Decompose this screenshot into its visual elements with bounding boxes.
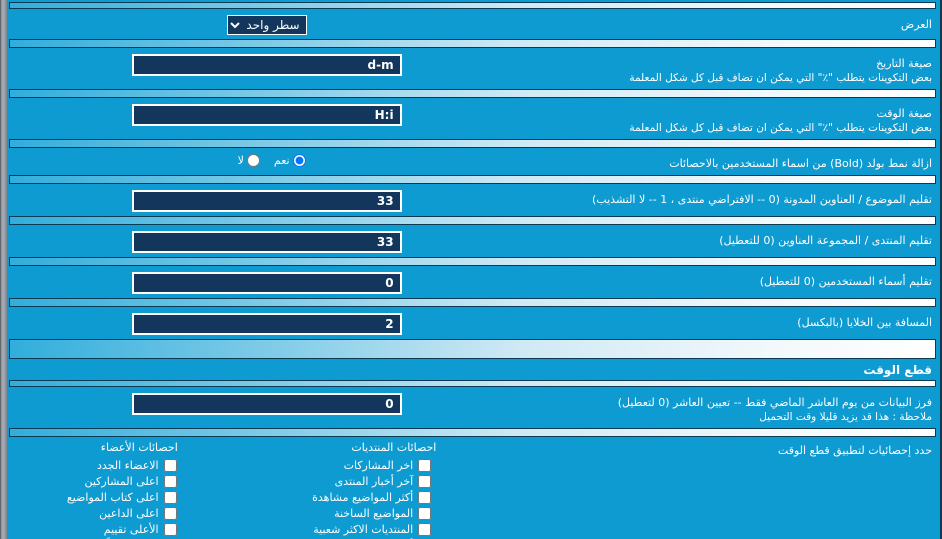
separator-bar [9,89,936,98]
strip-bold-yes[interactable]: نعم [274,154,306,167]
vertical-scrollbar[interactable] [0,0,7,539]
time-format-input[interactable] [131,104,402,126]
date-format-input[interactable] [131,54,402,76]
strip-bold-no-radio[interactable] [246,154,260,167]
separator-bar [9,298,936,307]
checkbox-row[interactable]: اعلى الداعين [12,507,177,523]
label-desc: ملاحظة : هذا قد يزيد قليلا وقت التحميل [759,411,932,423]
checkbox-row[interactable]: آخر أخبار المنتدى [267,475,432,491]
checkbox-row[interactable]: الاعضاء الجدد [12,459,177,475]
checkbox-label: اعلى الداعين [99,507,159,520]
checkbox-forum-1[interactable] [418,475,432,488]
checkbox-forum-0[interactable] [418,459,432,472]
cutoff-days-input[interactable] [131,393,402,415]
cell-spacing-input[interactable] [131,313,402,335]
checkbox-member-1[interactable] [163,475,177,488]
column-member-stats: احصائات الأعضاء الاعضاء الجدد اعلى المشا… [12,441,267,539]
label-cutoff-days: فرز البيانات من يوم العاشر الماضي فقط --… [521,391,932,424]
label-desc: بعض التكوينات يتطلب "٪" التي يمكن ان تضا… [629,72,932,84]
trim-topic-titles-input[interactable] [131,190,402,212]
checkbox-member-4[interactable] [163,523,177,536]
trim-usernames-input[interactable] [131,272,402,294]
checkbox-row[interactable]: المواضيع الساخنة [267,507,432,523]
checkbox-row[interactable]: اعلى كتاب المواضيع [12,491,177,507]
checkbox-label: اعلى كتاب المواضيع [66,491,159,504]
strip-bold-yes-radio[interactable] [292,154,306,167]
checkbox-label: المواضيع الساخنة [334,507,414,520]
section-separator-bar [9,339,936,359]
settings-content: العرض سطر واحد صيغة التاريخ بعض التكوينا… [6,0,940,539]
separator-bar [9,257,936,266]
row-cutoff-days: فرز البيانات من يوم العاشر الماضي فقط --… [6,387,940,428]
row-trim-topic-titles: تقليم الموضوع / العناوين المدونة (0 -- ا… [6,184,940,216]
trim-forum-titles-input[interactable] [131,231,402,253]
checkbox-forum-3[interactable] [418,507,432,520]
label-trim-topic-titles: تقليم الموضوع / العناوين المدونة (0 -- ا… [592,193,932,206]
label-text: فرز البيانات من يوم العاشر الماضي فقط --… [617,396,932,409]
checkbox-row[interactable]: الأعلى تقييم [12,523,177,539]
row-cutoff-title: قطع الوقت [6,359,940,380]
label-time-format: صيغة الوقت بعض التكوينات يتطلب "٪" التي … [521,102,932,135]
column-head-member-stats: احصائات الأعضاء [100,441,178,454]
row-date-format: صيغة التاريخ بعض التكوينات يتطلب "٪" الت… [6,48,940,89]
checkbox-row[interactable]: اعلى المشاركين [12,475,177,491]
strip-bold-no-label: لا [237,154,244,167]
strip-bold-no[interactable]: لا [238,154,260,167]
checkbox-label: اخر المشاركات [343,459,414,472]
row-cell-spacing: المسافة بين الخلايا (بالبكسل) [6,307,940,339]
row-trim-forum-titles: تقليم المنتدى / المجموعة العناوين (0 للت… [6,225,940,257]
checkbox-member-3[interactable] [163,507,177,520]
row-time-format: صيغة الوقت بعض التكوينات يتطلب "٪" التي … [6,98,940,139]
row-trim-usernames: تقليم أسماء المستخدمين (0 للتعطيل) [6,266,940,298]
separator-bar [9,39,936,48]
separator-bar [9,175,936,184]
separator-bar [9,380,936,387]
label-text: صيغة التاريخ [876,57,932,70]
label-display: العرض [900,18,932,31]
checkbox-label: اعلى المشاركين [84,475,159,488]
label-trim-usernames: تقليم أسماء المستخدمين (0 للتعطيل) [759,275,932,288]
label-trim-forum-titles: تقليم المنتدى / المجموعة العناوين (0 للت… [719,234,932,247]
checkbox-row[interactable]: اخر المشاركات [267,459,432,475]
label-strip-bold: ازالة نمط بولد (Bold) من اسماء المستخدمي… [669,157,932,170]
checkbox-member-0[interactable] [163,459,177,472]
row-strip-bold: ازالة نمط بولد (Bold) من اسماء المستخدمي… [6,148,940,175]
separator-bar [9,428,936,437]
column-forum-stats: احصائات المنتديات اخر المشاركات آخر أخبا… [267,441,522,539]
separator-bar [9,2,936,9]
strip-bold-yes-label: نعم [273,154,290,167]
checkbox-row[interactable]: المنتديات الاكثر شعبية [267,523,432,539]
checkbox-forum-4[interactable] [418,523,432,536]
cutoff-stats-picker: حدد إحصائيات لتطبيق قطع الوقت احصائات ال… [6,437,940,539]
checkbox-forum-2[interactable] [418,491,432,504]
checkbox-label: آخر أخبار المنتدى [334,475,414,488]
separator-bar [9,216,936,225]
label-date-format: صيغة التاريخ بعض التكوينات يتطلب "٪" الت… [521,52,932,85]
checkbox-label: أكثر المواضيع مشاهدة [312,491,414,504]
checkbox-label: الأعلى تقييم [103,523,159,536]
column-head-forum-stats: احصائات المنتديات [351,441,437,454]
display-mode-select[interactable]: سطر واحد [226,15,307,35]
checkbox-row[interactable]: أكثر المواضيع مشاهدة [267,491,432,507]
row-display: العرض سطر واحد [6,9,940,39]
separator-bar [9,139,936,148]
strip-bold-radio-group[interactable]: نعم لا [228,154,306,167]
cutoff-section-title: قطع الوقت [863,363,932,377]
label-desc: بعض التكوينات يتطلب "٪" التي يمكن ان تضا… [629,122,932,134]
label-cell-spacing: المسافة بين الخلايا (بالبكسل) [797,316,932,329]
settings-page: العرض سطر واحد صيغة التاريخ بعض التكوينا… [0,0,942,539]
checkbox-label: الاعضاء الجدد [96,459,159,472]
label-cutoff-picker: حدد إحصائيات لتطبيق قطع الوقت [777,444,932,457]
label-text: صيغة الوقت [876,107,932,120]
checkbox-label: المنتديات الاكثر شعبية [313,523,414,536]
checkbox-member-2[interactable] [163,491,177,504]
